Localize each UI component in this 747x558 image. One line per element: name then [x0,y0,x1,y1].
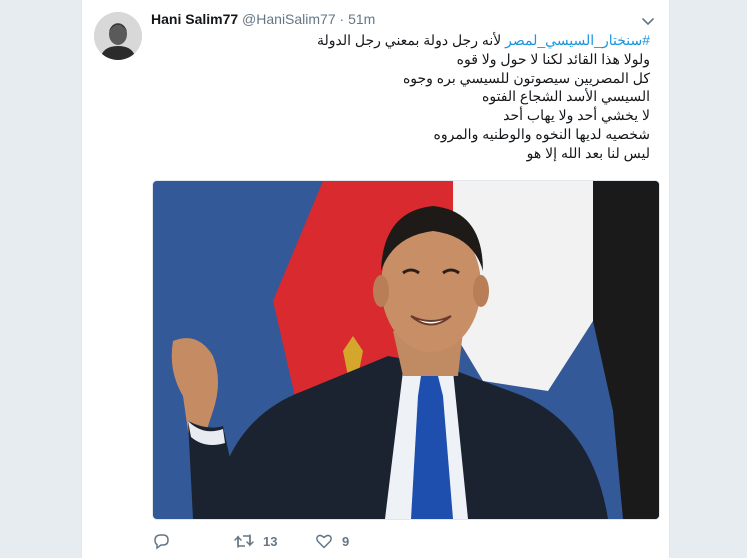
tweet-header: Hani Salim77 @HaniSalim77 · 51m [151,11,375,27]
reply-button[interactable] [152,530,179,552]
like-count: 9 [342,533,350,549]
display-name[interactable]: Hani Salim77 [151,11,238,27]
timestamp[interactable]: 51m [348,11,375,27]
tweet-card[interactable]: Hani Salim77 @HaniSalim77 · 51m #سنختار_… [81,0,670,558]
tweet-line: السيسي الأسد الشجاع الفتوه [482,88,650,105]
tweet-actions: 13 9 [152,530,452,552]
tweet-line: شخصيه لديها النخوه والوطنيه والمروه [433,125,651,142]
tweet-line: لا يخشي أحد ولا يهاب أحد [503,107,650,124]
photo-image [153,181,659,519]
like-icon [316,534,332,549]
user-handle[interactable]: @HaniSalim77 [242,11,336,27]
retweet-count: 13 [263,533,278,549]
tweet-text: #سنختار_السيسي_لمصر لأنه رجل دولة بمعني … [190,31,650,163]
like-button[interactable]: 9 [315,530,349,552]
tweet-photo[interactable] [152,180,660,520]
reply-icon [154,534,169,550]
hashtag-link[interactable]: #سنختار_السيسي_لمصر [505,32,650,48]
avatar-image [94,12,142,60]
retweet-icon [234,534,254,548]
separator: · [339,11,345,27]
tweet-line: كل المصريين سيصوتون للسيسي بره وجوه [402,69,650,86]
avatar[interactable] [94,12,142,60]
tweet-line: #سنختار_السيسي_لمصر لأنه رجل دولة بمعني … [316,32,650,48]
retweet-button[interactable]: 13 [234,530,277,552]
chevron-down-icon[interactable] [641,14,655,28]
tweet-line: ولولا هذا القائد لكنا لا حول ولا قوه [456,50,650,67]
tweet-line: ليس لنا بعد الله إلا هو [526,144,650,161]
